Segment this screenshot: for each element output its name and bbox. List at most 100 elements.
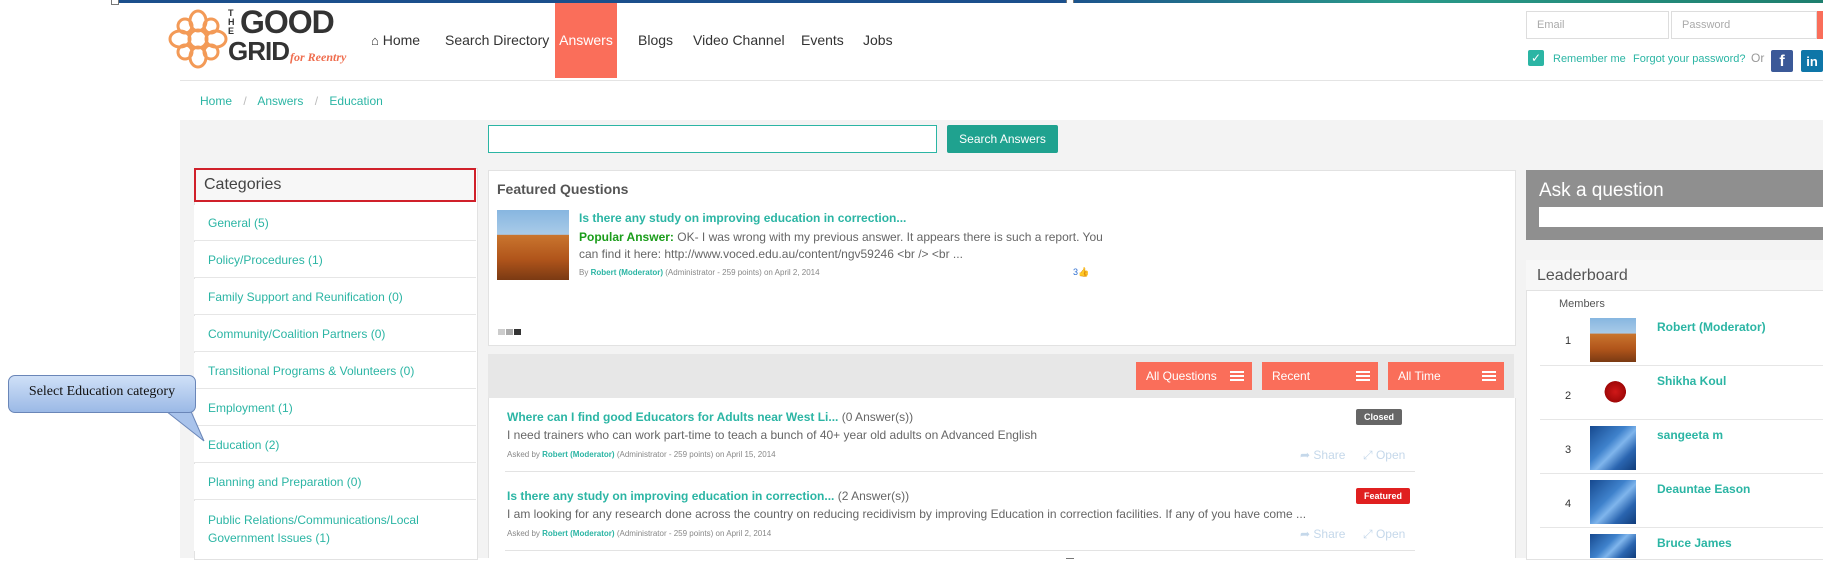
leaderboard-name[interactable]: Deauntae Eason [1657,482,1750,496]
remember-me-checkbox[interactable]: ✓ [1528,50,1544,66]
nav-home-label: Home [382,32,421,48]
nav-search-directory[interactable]: Search Directory [434,3,560,78]
filter-all-time[interactable]: All Time [1388,362,1504,390]
category-public-relations-line2: Government Issues (1) [208,531,331,545]
nav-jobs[interactable]: Jobs [852,3,904,78]
leaderboard-title: Leaderboard [1537,267,1628,284]
asked-by-label: Asked by [507,450,540,459]
avatar[interactable] [1590,372,1636,416]
featured-question-link[interactable]: Is there any study on improving educatio… [579,211,906,225]
remember-me-label: Remember me [1553,53,1626,65]
avatar[interactable] [1590,318,1636,362]
question-meta: Asked by Robert (Moderator) (Administrat… [507,450,776,459]
question-meta: Asked by Robert (Moderator) (Administrat… [507,529,771,538]
open-label: Open [1375,448,1406,462]
category-education[interactable]: Education (2) [194,427,476,463]
share-icon: ➦ [1300,448,1311,462]
question-author[interactable]: Robert (Moderator) [542,529,614,538]
nav-blogs[interactable]: Blogs [627,3,684,78]
breadcrumb-home[interactable]: Home [200,94,232,108]
expand-icon: ⤢ [1363,448,1373,462]
avatar[interactable] [1590,480,1636,524]
question-author[interactable]: Robert (Moderator) [542,450,614,459]
leaderboard-rank: 1 [1565,335,1572,347]
question-divider [505,471,1415,472]
open-button[interactable]: ⤢ Open [1363,527,1405,542]
answer-count: (2 Answer(s)) [837,489,910,503]
facebook-icon[interactable]: f [1771,50,1793,72]
share-label: Share [1313,448,1346,462]
featured-thumbnail[interactable] [497,210,569,280]
password-field[interactable]: Password [1671,11,1817,39]
question-date: on April 15, 2014 [715,450,776,459]
filter-all-questions[interactable]: All Questions [1136,362,1252,390]
breadcrumb-separator: / [243,94,247,108]
question-item: Where can I find good Educators for Adul… [507,410,913,424]
menu-icon [1230,371,1244,381]
thumbs-up-icon: 👍 [1078,267,1090,277]
breadcrumb [180,80,1823,122]
forgot-password-link[interactable]: Forgot your password? [1633,53,1746,65]
leaderboard-name[interactable]: sangeeta m [1657,428,1723,442]
or-label: Or [1751,51,1765,65]
search-answers-button[interactable]: Search Answers [947,125,1058,153]
categories-title: Categories [194,168,476,202]
callout-select-education: Select Education category [8,375,196,413]
filter-recent[interactable]: Recent [1262,362,1378,390]
category-public-relations-line1: Public Relations/Communications/Local [208,513,419,527]
featured-date: on April 2, 2014 [763,268,820,277]
question-author-meta: (Administrator - 259 points) [616,529,714,538]
carousel-dot[interactable] [506,329,513,335]
nav-video-channel[interactable]: Video Channel [682,3,796,78]
breadcrumb-separator: / [314,94,319,108]
featured-answer: Popular Answer: OK- I was wrong with my … [579,230,1103,244]
ask-question-title: Ask a question [1539,180,1664,201]
featured-likes[interactable]: 3👍 [1073,267,1089,278]
search-input[interactable] [488,125,937,153]
linkedin-icon[interactable]: in [1801,50,1823,72]
nav-home[interactable]: ⌂ Home [360,3,431,78]
leaderboard-name[interactable]: Shikha Koul [1657,374,1726,388]
open-label: Open [1375,527,1406,541]
avatar[interactable] [1590,534,1636,558]
leaderboard-rank: 3 [1565,444,1572,456]
logo-tagline: for Reentry [290,50,347,64]
category-community-partners[interactable]: Community/Coalition Partners (0) [194,316,476,352]
leaderboard-rank: 2 [1565,390,1572,402]
leaderboard-name[interactable]: Robert (Moderator) [1657,320,1766,334]
leaderboard-rank: 4 [1565,498,1572,510]
breadcrumb-education[interactable]: Education [329,94,382,108]
share-icon: ➦ [1300,527,1311,541]
filter-all-time-label: All Time [1398,369,1441,383]
question-item: Is there any study on improving educatio… [507,489,909,503]
carousel-dot[interactable] [498,329,505,335]
category-employment[interactable]: Employment (1) [194,390,476,426]
leaderboard-name[interactable]: Bruce James [1657,536,1732,550]
carousel-dot-active[interactable] [514,329,521,335]
category-policy-procedures[interactable]: Policy/Procedures (1) [194,242,476,278]
share-button[interactable]: ➦ Share [1300,448,1345,462]
nav-events[interactable]: Events [790,3,855,78]
category-family-support[interactable]: Family Support and Reunification (0) [194,279,476,315]
question-body: I need trainers who can work part-time t… [507,428,1037,442]
login-button[interactable] [1817,11,1823,39]
share-button[interactable]: ➦ Share [1300,527,1345,541]
question-title-link[interactable]: Where can I find good Educators for Adul… [507,410,838,424]
home-icon: ⌂ [371,33,379,48]
featured-title: Featured Questions [497,181,629,197]
question-author-meta: (Administrator - 259 points) [616,450,714,459]
selection-handle [111,0,119,5]
open-button[interactable]: ⤢ Open [1363,448,1405,463]
featured-meta: By Robert (Moderator) (Administrator - 2… [579,268,820,277]
question-title-link[interactable]: Is there any study on improving educatio… [507,489,834,503]
featured-author[interactable]: Robert (Moderator) [591,268,663,277]
category-transitional-programs[interactable]: Transitional Programs & Volunteers (0) [194,353,476,389]
category-general[interactable]: General (5) [194,205,476,241]
ask-question-input[interactable] [1539,207,1823,227]
category-public-relations[interactable]: Public Relations/Communications/Local Go… [194,501,476,551]
nav-answers[interactable]: Answers [555,3,617,78]
email-field[interactable]: Email [1526,11,1669,39]
category-planning[interactable]: Planning and Preparation (0) [194,464,476,500]
breadcrumb-answers[interactable]: Answers [257,94,303,108]
avatar[interactable] [1590,426,1636,470]
